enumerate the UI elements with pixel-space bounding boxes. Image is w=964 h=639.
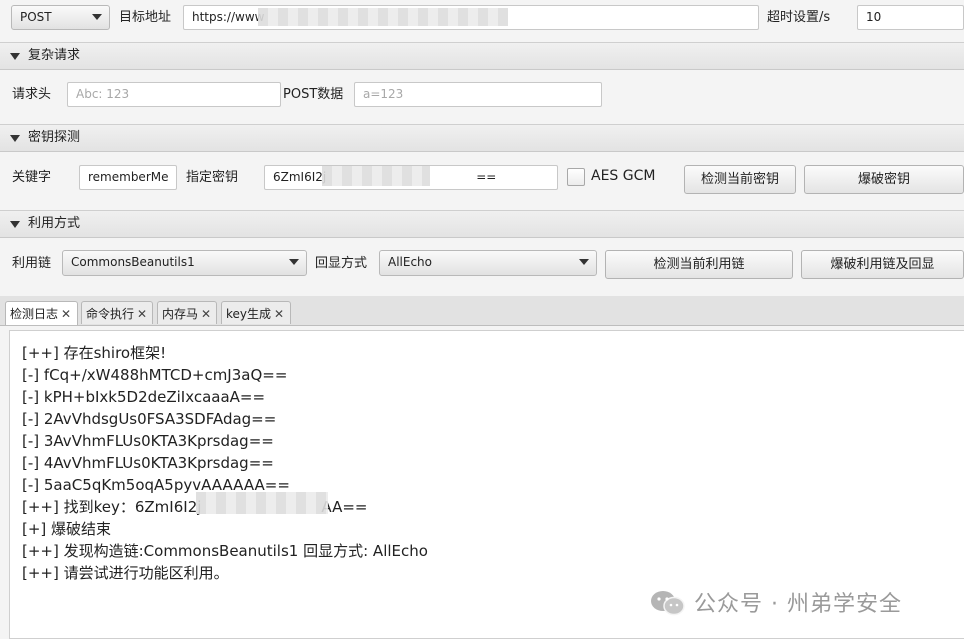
chain-label: 利用链 bbox=[12, 256, 52, 271]
log-line: [-] 2AvVhdsgUs0FSA3SDFAdag== bbox=[22, 410, 277, 428]
tab-label: 检测日志 bbox=[10, 307, 59, 321]
tab-label: 命令执行 bbox=[86, 307, 135, 321]
method-select[interactable]: POST bbox=[11, 5, 110, 30]
redacted-key-mask bbox=[196, 492, 328, 514]
post-data-input[interactable]: a=123 bbox=[354, 82, 602, 107]
key-value-prefix: 6ZmI6I2j bbox=[273, 170, 327, 184]
keyword-value: rememberMe bbox=[88, 170, 169, 184]
log-line: [-] 3AvVhmFLUs0KTA3Kprsdag== bbox=[22, 432, 274, 450]
timeout-label: 超时设置/s bbox=[767, 10, 831, 25]
found-key-prefix: [++] 找到key：6ZmI6I2j bbox=[22, 498, 202, 516]
chain-value: CommonsBeanutils1 bbox=[71, 255, 195, 269]
section-title: 密钥探测 bbox=[28, 130, 81, 145]
log-line: [++] 请尝试进行功能区利用。 bbox=[22, 564, 229, 582]
aes-gcm-label: AES GCM bbox=[591, 168, 656, 184]
chevron-down-icon bbox=[92, 14, 102, 20]
wechat-icon bbox=[651, 591, 685, 616]
close-icon[interactable]: ✕ bbox=[274, 307, 284, 321]
log-line: [++] 存在shiro框架! bbox=[22, 344, 167, 362]
header-label: 请求头 bbox=[12, 87, 52, 102]
complex-request-header[interactable]: 复杂请求 bbox=[0, 42, 964, 70]
section-title: 复杂请求 bbox=[28, 48, 81, 63]
tab-label: 内存马 bbox=[162, 307, 199, 321]
keyword-input[interactable]: rememberMe bbox=[79, 165, 177, 190]
timeout-value: 10 bbox=[866, 10, 882, 24]
found-key-suffix: AA== bbox=[321, 498, 368, 516]
method-value: POST bbox=[20, 10, 52, 24]
aes-gcm-checkbox[interactable] bbox=[567, 168, 585, 186]
tab-bar: 检测日志 ✕ 命令执行 ✕ 内存马 ✕ key生成 ✕ bbox=[0, 296, 964, 326]
post-placeholder: a=123 bbox=[363, 87, 404, 101]
keyword-label: 关键字 bbox=[12, 170, 52, 185]
tab-detect-log[interactable]: 检测日志 ✕ bbox=[5, 301, 78, 325]
detect-chain-button[interactable]: 检测当前利用链 bbox=[605, 250, 793, 279]
watermark-text: 公众号 · 州弟学安全 bbox=[694, 592, 902, 617]
redacted-key-mask bbox=[322, 166, 430, 186]
key-label: 指定密钥 bbox=[186, 170, 239, 185]
log-line: [++] 发现构造链:CommonsBeanutils1 回显方式: AllEc… bbox=[22, 542, 428, 560]
target-url-value: https://www bbox=[192, 10, 265, 24]
tab-memshell[interactable]: 内存马 ✕ bbox=[157, 301, 217, 324]
collapse-triangle-icon bbox=[10, 221, 20, 228]
chevron-down-icon bbox=[579, 259, 589, 265]
section-title: 利用方式 bbox=[28, 216, 81, 231]
brute-chain-button[interactable]: 爆破利用链及回显 bbox=[801, 250, 964, 279]
detect-key-button[interactable]: 检测当前密钥 bbox=[684, 165, 796, 194]
header-input[interactable]: Abc: 123 bbox=[67, 82, 281, 107]
close-icon[interactable]: ✕ bbox=[61, 307, 71, 321]
echo-value: AllEcho bbox=[388, 255, 433, 269]
key-value-suffix: == bbox=[476, 170, 497, 184]
tab-command-exec[interactable]: 命令执行 ✕ bbox=[81, 301, 153, 324]
log-line: [-] fCq+/xW488hMTCD+cmJ3aQ== bbox=[22, 366, 288, 384]
log-line: [-] 4AvVhmFLUs0KTA3Kprsdag== bbox=[22, 454, 274, 472]
target-label: 目标地址 bbox=[119, 10, 172, 25]
collapse-triangle-icon bbox=[10, 135, 20, 142]
log-line: [-] kPH+bIxk5D2deZiIxcaaaA== bbox=[22, 388, 266, 406]
key-detect-header[interactable]: 密钥探测 bbox=[0, 124, 964, 152]
chevron-down-icon bbox=[289, 259, 299, 265]
header-placeholder: Abc: 123 bbox=[76, 87, 130, 101]
close-icon[interactable]: ✕ bbox=[137, 307, 147, 321]
tab-label: key生成 bbox=[226, 307, 272, 321]
post-label: POST数据 bbox=[283, 87, 344, 102]
timeout-input[interactable]: 10 bbox=[857, 5, 964, 30]
exploit-header[interactable]: 利用方式 bbox=[0, 210, 964, 238]
collapse-triangle-icon bbox=[10, 53, 20, 60]
log-line: [+] 爆破结束 bbox=[22, 520, 112, 538]
close-icon[interactable]: ✕ bbox=[201, 307, 211, 321]
brute-key-button[interactable]: 爆破密钥 bbox=[804, 165, 964, 194]
echo-label: 回显方式 bbox=[315, 256, 368, 271]
redacted-url-mask bbox=[258, 8, 508, 26]
chain-select[interactable]: CommonsBeanutils1 bbox=[62, 250, 307, 276]
echo-select[interactable]: AllEcho bbox=[379, 250, 597, 276]
tab-key-gen[interactable]: key生成 ✕ bbox=[221, 301, 291, 324]
